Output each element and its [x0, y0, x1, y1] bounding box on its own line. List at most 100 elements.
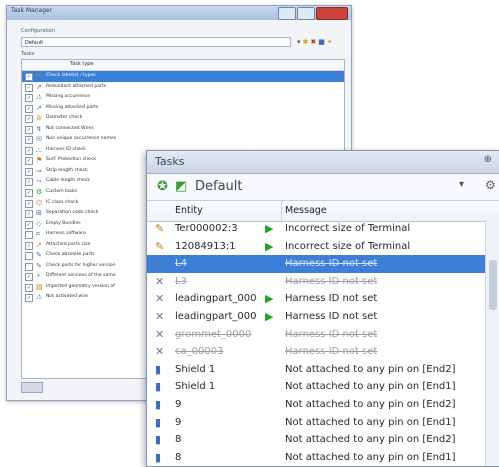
task-type-checkbox[interactable]: ✓ — [25, 294, 33, 303]
vertical-scrollbar[interactable] — [485, 220, 499, 466]
task-row[interactable]: ✕ leadingpart_000 ▶ Harness ID not set — [147, 290, 485, 308]
task-type-checkbox[interactable]: ✓ — [25, 125, 33, 134]
task-row[interactable]: ✕ leadingpart_000 ▶ Harness ID not set — [147, 308, 485, 326]
task-type-row[interactable]: ✓ ⚠ Missing occurrence — [22, 92, 344, 103]
task-entity: Ter000002:3 — [175, 223, 238, 234]
task-type-label: Not activated wire — [46, 294, 89, 300]
task-row[interactable]: ▮ Shield 1 Not attached to any pin on [End… — [147, 378, 485, 396]
task-row[interactable]: ✕ ca_00003 Harness ID not set — [147, 343, 485, 361]
delete-icon[interactable]: ✖ — [310, 37, 316, 47]
task-type-row[interactable]: ✓ ✉ Non unique occurrence names — [22, 134, 344, 145]
task-type-checkbox[interactable]: ✓ — [25, 178, 33, 187]
play-arrow-icon[interactable]: ▶ — [265, 290, 273, 307]
task-type-icon: ↗ — [36, 103, 42, 112]
task-type-icon: ⚡ — [36, 272, 41, 281]
filter-icon[interactable]: ◩ — [175, 179, 187, 194]
task-type-checkbox[interactable]: ✓ — [25, 115, 33, 124]
play-arrow-icon[interactable]: ▶ — [265, 308, 273, 325]
save-icon[interactable]: ■ — [318, 37, 325, 47]
minimize-button[interactable] — [278, 7, 296, 20]
task-type-checkbox[interactable]: ✓ — [25, 220, 33, 229]
task-type-label: Custom tasks — [46, 189, 78, 195]
configuration-select[interactable]: Default — [21, 37, 291, 47]
task-type-checkbox[interactable]: ✓ — [25, 73, 33, 81]
task-row[interactable]: ▮ 8 Not attached to any pin on [End1] — [147, 449, 485, 466]
configuration-name[interactable]: Default — [195, 179, 243, 194]
task-type-checkbox[interactable]: ✓ — [25, 273, 33, 282]
task-type-checkbox[interactable]: ✓ — [25, 210, 33, 219]
task-type-icon: ↗ — [36, 82, 42, 91]
task-row[interactable]: ✕ L4 Harness ID not set — [147, 255, 485, 273]
task-row[interactable]: ✎ Ter000002:3 ▶ Incorrect size of Terminal — [147, 220, 485, 238]
task-message: Not attached to any pin on [End1] — [285, 416, 456, 428]
ok-button[interactable] — [21, 382, 43, 393]
settings-gear-icon[interactable]: ⚙ — [485, 178, 496, 192]
task-entity: leadingpart_000 — [175, 310, 257, 322]
task-type-checkbox[interactable]: ✓ — [25, 167, 33, 176]
task-row[interactable]: ▮ 8 Not attached to any pin on [End2] — [147, 431, 485, 449]
pin-icon[interactable]: ⊕ — [484, 154, 492, 165]
refresh-icon[interactable]: ✪ — [157, 179, 168, 194]
pin-icon: ▮ — [155, 380, 162, 394]
task-type-checkbox[interactable]: ✓ — [25, 136, 33, 145]
task-entity: 9 — [175, 398, 182, 410]
scrollbar-thumb[interactable] — [489, 260, 497, 310]
task-message: Not attached to any pin on [End1] — [285, 381, 456, 393]
task-type-row[interactable]: ✓ ↗ Missing attached parts — [22, 103, 344, 114]
task-type-label: Missing attached parts — [46, 104, 99, 110]
task-type-row[interactable]: ✓ ⊘ Diameter check — [22, 113, 344, 124]
task-entity: 8 — [175, 434, 182, 446]
task-type-icon: ⊘ — [36, 114, 42, 123]
task-type-checkbox[interactable] — [25, 262, 33, 271]
task-type-checkbox[interactable] — [25, 231, 33, 240]
task-type-checkbox[interactable] — [25, 252, 33, 261]
task-type-checkbox[interactable]: ✓ — [25, 94, 33, 103]
task-type-label: Surf. Protection check — [46, 157, 97, 163]
task-type-icon: ⚠ — [36, 93, 43, 102]
task-type-checkbox[interactable]: ✓ — [25, 83, 33, 92]
task-message: Harness ID not set — [285, 328, 378, 340]
task-type-checkbox[interactable]: ✓ — [25, 189, 33, 198]
task-row[interactable]: ▮ 9 Not attached to any pin on [End1] — [147, 414, 485, 432]
task-type-checkbox[interactable]: ✓ — [25, 241, 33, 250]
dropdown-icon[interactable]: ▾ — [297, 37, 301, 47]
task-row[interactable]: ✎ 12084913:1 ▶ Incorrect size of Terminal — [147, 238, 485, 256]
column-header-message[interactable]: Message — [285, 205, 327, 216]
task-entity: grommet_0000 — [175, 328, 252, 340]
play-arrow-icon[interactable]: ▶ — [265, 220, 273, 237]
close-button[interactable] — [316, 7, 348, 20]
task-message: Incorrect size of Terminal — [285, 223, 411, 234]
maximize-button[interactable] — [297, 7, 315, 20]
task-type-label: Check obsolete parts — [46, 252, 95, 258]
task-manager-titlebar: Task Manager — [7, 6, 351, 20]
task-entity: 12084913:1 — [175, 240, 236, 252]
tasks-label: Tasks — [21, 51, 35, 57]
column-separator[interactable] — [281, 201, 282, 221]
task-type-checkbox[interactable]: ✓ — [25, 146, 33, 155]
task-type-row[interactable]: ✓ ↯ Not connected Wires — [22, 124, 344, 135]
task-type-checkbox[interactable]: ✓ — [25, 199, 33, 208]
task-type-label: Imported geometry version of — [46, 283, 115, 289]
task-type-row[interactable]: ✓ ↗ Redundant attached parts — [22, 82, 344, 93]
task-type-checkbox[interactable]: ✓ — [25, 283, 33, 292]
task-type-icon: ⚠ — [36, 293, 43, 302]
task-entity: L3 — [175, 275, 187, 287]
task-type-checkbox[interactable]: ✓ — [25, 104, 33, 113]
task-type-checkbox[interactable]: ✓ — [25, 157, 33, 166]
task-entity: L4 — [175, 258, 187, 270]
chevron-down-icon[interactable]: ▾ — [459, 179, 464, 190]
task-message: Not attached to any pin on [End2] — [285, 398, 456, 410]
column-header-entity[interactable]: Entity — [175, 205, 203, 216]
task-row[interactable]: ▮ Shield 1 Not attached to any pin on [End… — [147, 361, 485, 379]
task-type-row[interactable]: ✓ ✎ Check label(s) / types — [22, 71, 344, 82]
wire-icon: ✕ — [155, 292, 165, 306]
settings-icon[interactable]: ✦ — [327, 37, 333, 47]
play-arrow-icon[interactable]: ▶ — [265, 238, 273, 255]
task-row[interactable]: ✕ L3 Harness ID not set — [147, 273, 485, 291]
window-controls — [278, 7, 348, 20]
task-row[interactable]: ▮ 9 Not attached to any pin on [End2] — [147, 396, 485, 414]
task-row[interactable]: ✕ grommet_0000 Harness ID not set — [147, 326, 485, 344]
add-star-icon[interactable]: ✱ — [303, 37, 309, 47]
task-type-label: Separation code check — [46, 210, 99, 216]
task-type-icon: ✎ — [36, 251, 42, 260]
